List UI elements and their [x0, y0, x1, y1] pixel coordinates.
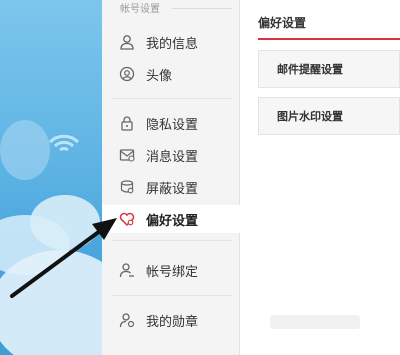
- wifi-icon: [48, 134, 80, 152]
- sidebar-item-avatar[interactable]: 头像: [102, 60, 239, 88]
- sidebar-item-label: 屏蔽设置: [146, 181, 199, 197]
- divider: [112, 98, 232, 99]
- preferences-panel: 偏好设置 邮件提醒设置 图片水印设置: [240, 0, 400, 355]
- sidebar-item-label: 偏好设置: [146, 213, 199, 229]
- sidebar-item-label: 消息设置: [146, 149, 199, 165]
- medal-user-icon: [118, 311, 136, 329]
- avatar-icon: [118, 65, 136, 83]
- divider: [112, 240, 232, 241]
- title-underline: [258, 38, 400, 40]
- setting-label: 图片水印设置: [277, 110, 343, 123]
- sidebar-item-my-info[interactable]: 我的信息: [102, 28, 239, 56]
- lock-icon: [118, 114, 136, 132]
- sidebar-item-account-binding[interactable]: 帐号绑定: [102, 256, 239, 284]
- section-label: 帐号设置: [120, 4, 160, 15]
- sidebar-item-label: 我的勋章: [146, 314, 199, 330]
- settings-sidebar: 帐号设置 我的信息 头像 隐私设置 消息设置 屏蔽设置 偏好设置 帐号绑定 我的…: [102, 0, 242, 355]
- divider: [112, 295, 232, 296]
- divider: [172, 8, 232, 9]
- cloud-shape: [0, 250, 110, 355]
- setting-label: 邮件提醒设置: [277, 63, 343, 76]
- sidebar-item-block[interactable]: 屏蔽设置: [102, 173, 239, 201]
- cloud-shape: [30, 195, 100, 250]
- sidebar-item-label: 隐私设置: [146, 117, 199, 133]
- sidebar-item-label: 头像: [146, 68, 173, 84]
- sidebar-item-label: 帐号绑定: [146, 264, 199, 280]
- page-title: 偏好设置: [258, 16, 307, 30]
- cloud-shape: [0, 120, 50, 180]
- heart-gear-icon: [118, 210, 136, 228]
- sidebar-item-preferences[interactable]: 偏好设置: [102, 205, 242, 233]
- message-icon: [118, 146, 136, 164]
- sidebar-item-privacy[interactable]: 隐私设置: [102, 109, 239, 137]
- user-icon: [118, 33, 136, 51]
- user-link-icon: [118, 261, 136, 279]
- blurred-watermark: [270, 315, 360, 329]
- shield-icon: [118, 178, 136, 196]
- background-panel: [0, 0, 110, 355]
- image-watermark-settings-row[interactable]: 图片水印设置: [258, 97, 400, 135]
- email-reminder-settings-row[interactable]: 邮件提醒设置: [258, 50, 400, 88]
- sidebar-item-messages[interactable]: 消息设置: [102, 141, 239, 169]
- sidebar-item-label: 我的信息: [146, 36, 199, 52]
- sidebar-item-medals[interactable]: 我的勋章: [102, 306, 239, 334]
